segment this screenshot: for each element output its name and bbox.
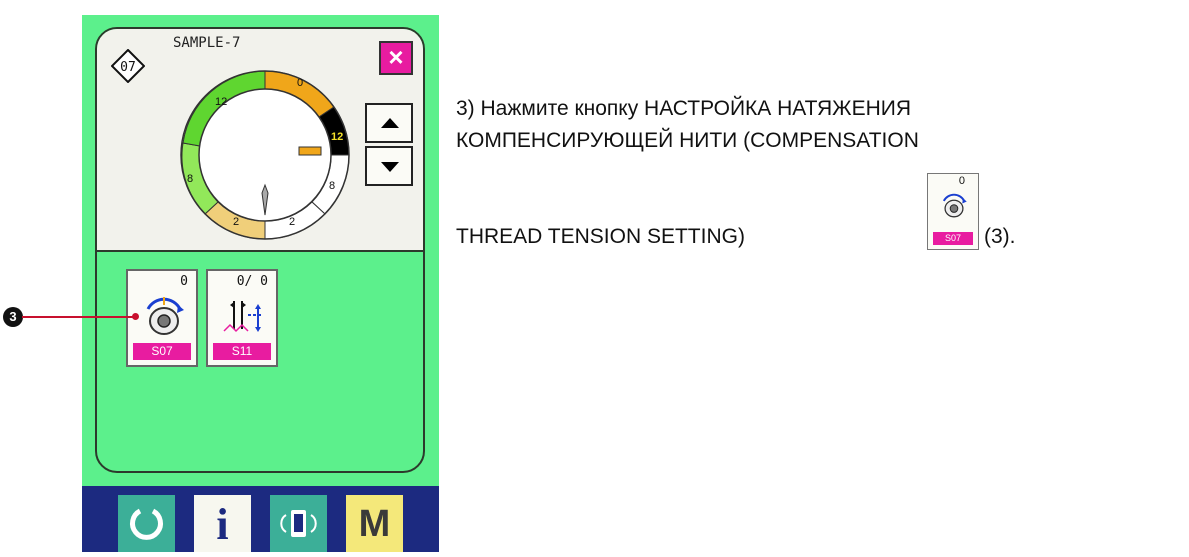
- arrow-up-icon: [381, 118, 399, 128]
- close-button[interactable]: ×: [379, 41, 413, 75]
- callout-line: [22, 316, 135, 318]
- dial-value: 8: [329, 180, 335, 192]
- pattern-number: 07: [120, 60, 136, 75]
- reset-icon: [130, 508, 163, 540]
- instruction-line-3: THREAD TENSION SETTING): [456, 225, 745, 248]
- pattern-name: SAMPLE-7: [173, 35, 241, 51]
- stitch-setting-button[interactable]: 0/ 0 S11: [206, 269, 278, 367]
- information-button[interactable]: i: [194, 495, 251, 552]
- mode-icon: M: [358, 503, 391, 545]
- arrow-down-icon: [381, 162, 399, 172]
- pattern-number-icon: 07: [111, 49, 145, 83]
- mode-button[interactable]: M: [346, 495, 403, 552]
- stitch-setting-icon: [223, 301, 262, 333]
- inline-compensation-button-image: 0 S07: [927, 173, 979, 250]
- dial-value: 12: [331, 131, 343, 143]
- scroll-down-button[interactable]: [365, 146, 413, 186]
- thread-pointer-icon: [298, 146, 322, 156]
- inline-button-code: S07: [933, 232, 973, 245]
- instruction-line-1: 3) Нажмите кнопку НАСТРОЙКА НАТЯЖЕНИЯ: [456, 97, 911, 120]
- inline-button-value: 0: [958, 175, 965, 187]
- callout-dot: [132, 313, 139, 320]
- dial-value: 8: [187, 173, 193, 185]
- dial-value: 2: [233, 216, 239, 228]
- communication-icon: [280, 510, 317, 537]
- dial-value: 12: [215, 96, 227, 108]
- compensation-tension-icon: [942, 193, 967, 218]
- pattern-card: 07 SAMPLE-7 × 0 12 8 2 2 8 12 0 S07 0/ 0…: [95, 27, 425, 473]
- callout-number: 3: [3, 307, 23, 327]
- button-value: 0/ 0: [236, 274, 268, 289]
- dial-value: 0: [297, 77, 303, 89]
- instruction-line-2: КОМПЕНСИРУЮЩЕЙ НИТИ (COMPENSATION: [456, 129, 919, 152]
- compensation-tension-icon: [146, 297, 184, 335]
- dial-value: 2: [289, 216, 295, 228]
- instruction-suffix: (3).: [984, 225, 1016, 248]
- communication-button[interactable]: [270, 495, 327, 552]
- bottom-bar: i M: [82, 486, 439, 552]
- button-code: S07: [133, 343, 191, 360]
- button-value: 0: [180, 274, 188, 289]
- scroll-up-button[interactable]: [365, 103, 413, 143]
- thread-tension-dial: 0 12 8 2 2 8 12: [180, 70, 350, 240]
- pattern-display: 07 SAMPLE-7 × 0 12 8 2 2 8 12: [97, 29, 423, 252]
- info-icon: i: [216, 500, 229, 549]
- reset-button[interactable]: [118, 495, 175, 552]
- button-code: S11: [213, 343, 271, 360]
